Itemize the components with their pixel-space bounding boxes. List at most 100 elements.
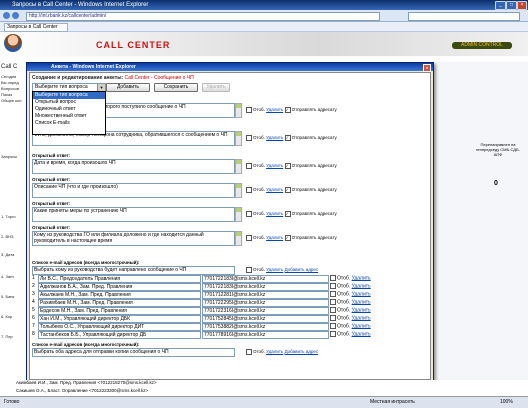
maximize-button[interactable]: □ bbox=[506, 1, 517, 10]
recipient-name-field[interactable]: Акылжаев М.Н., Зам. Пред. Правления bbox=[38, 291, 201, 299]
scrollbar[interactable] bbox=[235, 183, 242, 198]
delete-link[interactable]: Удалить bbox=[352, 275, 371, 281]
show-checkbox[interactable] bbox=[330, 283, 336, 289]
recipient-email-field[interactable]: 7701722183I@sms.kcell.kz bbox=[202, 275, 329, 283]
add-button[interactable]: Добавить bbox=[106, 83, 150, 92]
delete-link[interactable]: Удалить bbox=[352, 291, 371, 297]
recipient-name-field[interactable]: Адилжанов Б.А., Зам. Пред. Правления bbox=[38, 283, 201, 291]
forward-icon[interactable] bbox=[12, 12, 19, 19]
show-checkbox[interactable] bbox=[330, 331, 336, 337]
delete-link[interactable]: Удалить bbox=[266, 211, 283, 216]
show-checkbox[interactable] bbox=[246, 163, 252, 169]
delete-link[interactable]: Удалить bbox=[266, 349, 283, 354]
chevron-down-icon[interactable]: ▼ bbox=[97, 84, 105, 91]
show-checkbox[interactable] bbox=[246, 235, 252, 241]
delete-link[interactable]: Удалить bbox=[266, 267, 283, 272]
answer-type-label: Открытый ответ: bbox=[32, 177, 71, 182]
close-window-button[interactable]: × bbox=[517, 1, 527, 10]
scrollbar[interactable] bbox=[235, 131, 242, 146]
recipient-name-field[interactable]: Тастанбеков Б.Б., Управляющий директор Д… bbox=[38, 331, 201, 339]
question-text-field[interactable]: Описание ЧП (что и где произошло) bbox=[32, 183, 235, 198]
send-checkbox[interactable] bbox=[284, 163, 291, 169]
delete-link[interactable]: Удалить bbox=[352, 299, 371, 305]
delete-link[interactable]: Удалить bbox=[266, 135, 283, 140]
recipient-name-field[interactable]: Хан И.М., Управляющий директор ДБК bbox=[38, 315, 201, 323]
scrollbar[interactable] bbox=[235, 207, 242, 222]
minimize-button[interactable]: _ bbox=[495, 1, 506, 10]
delete-link[interactable]: Удалить bbox=[352, 315, 371, 321]
recipient-email-field[interactable]: 7701752845I@sms.kcell.kz bbox=[202, 315, 329, 323]
recipient-email-field[interactable]: 7701722316I@sms.kcell.kz bbox=[202, 307, 329, 315]
scrollbar[interactable] bbox=[235, 231, 242, 246]
show-checkbox[interactable] bbox=[246, 267, 252, 273]
email-row: 1 Ли В.С., Председатель Правления 77017221… bbox=[32, 275, 371, 283]
send-checkbox[interactable] bbox=[284, 211, 291, 217]
row-options: Отоб. Удалить bbox=[330, 307, 371, 314]
email-prompt-field[interactable]: Выбрать кому из руководства будет направ… bbox=[32, 266, 235, 275]
dropdown-option[interactable]: Множественный ответ bbox=[33, 113, 105, 120]
question-options: Отоб. Удалить Отправлять адресату bbox=[246, 187, 337, 193]
scrollbar[interactable] bbox=[235, 103, 242, 118]
row-number: 3 bbox=[32, 291, 35, 297]
recipient-email-field[interactable]: 7701722183I@sms.kcell.kz bbox=[202, 283, 329, 291]
zoom-level[interactable]: 100% bbox=[500, 397, 513, 408]
delete-link[interactable]: Удалить bbox=[352, 283, 371, 289]
scrollbar[interactable] bbox=[235, 159, 242, 174]
recipient-email-field[interactable]: 7701778916I@sms.kcell.kz bbox=[202, 331, 329, 339]
send-label: Отправлять адресату bbox=[291, 211, 337, 217]
show-checkbox[interactable] bbox=[330, 315, 336, 321]
show-checkbox[interactable] bbox=[330, 307, 336, 313]
background-right-panel: Перенаправлен на генпредседу СМБ-СДБ-АПФ… bbox=[432, 62, 528, 384]
save-button[interactable]: Сохранить bbox=[154, 83, 198, 92]
dropdown-option[interactable]: Одиночный ответ bbox=[33, 106, 105, 113]
delete-link[interactable]: Удалить bbox=[266, 235, 283, 240]
send-checkbox[interactable] bbox=[284, 235, 291, 241]
browser-tab[interactable]: Запросы в Call Center bbox=[4, 23, 68, 32]
search-input[interactable] bbox=[408, 12, 520, 21]
recipient-name-field[interactable]: Толыбеев О.С., Управляющий директор ДИТ bbox=[38, 323, 201, 331]
send-checkbox[interactable] bbox=[284, 135, 291, 141]
delete-link[interactable]: Удалить bbox=[352, 323, 371, 329]
show-checkbox[interactable] bbox=[330, 323, 336, 329]
show-checkbox[interactable] bbox=[246, 187, 252, 193]
recipient-name-field[interactable]: Рахимбаев М.Н., Зам. Пред. Правления bbox=[38, 299, 201, 307]
show-checkbox[interactable] bbox=[330, 291, 336, 297]
dropdown-option[interactable]: Выберите тип вопроса bbox=[33, 92, 105, 99]
recipient-email-field[interactable]: 7701753882I@sms.kcell.kz bbox=[202, 323, 329, 331]
question-text-field[interactable]: Кому из руководства ГО или филиала долож… bbox=[32, 231, 235, 246]
show-checkbox[interactable] bbox=[330, 275, 336, 281]
send-checkbox[interactable] bbox=[284, 107, 291, 113]
show-checkbox[interactable] bbox=[246, 135, 252, 141]
show-checkbox[interactable] bbox=[246, 211, 252, 217]
delete-link[interactable]: Удалить bbox=[266, 163, 283, 168]
recipient-email-field[interactable]: 7701712281I@sms.kcell.kz bbox=[202, 291, 329, 299]
delete-link[interactable]: Удалить bbox=[266, 187, 283, 192]
row-number: 4 bbox=[32, 299, 35, 305]
back-icon[interactable] bbox=[3, 12, 10, 19]
question-text-field[interactable]: Дата и время, когда произошло ЧП bbox=[32, 159, 235, 174]
recipient-name-field[interactable]: Ли В.С., Председатель Правления bbox=[38, 275, 201, 283]
email-prompt-field[interactable]: Выбрать оба адреса для отправки копии со… bbox=[32, 348, 235, 357]
question-options: Отоб. Удалить Отправлять адресату bbox=[246, 211, 337, 217]
dropdown-option[interactable]: Список E-mails bbox=[33, 120, 105, 127]
dialog-close-button[interactable]: × bbox=[423, 64, 431, 72]
show-checkbox[interactable] bbox=[246, 349, 252, 355]
recipient-name-field[interactable]: Ердесов М.Н., Зам. Пред. Правления bbox=[38, 307, 201, 315]
row-number: 8 bbox=[32, 331, 35, 337]
row-number: 1 bbox=[32, 275, 35, 281]
show-checkbox[interactable] bbox=[246, 107, 252, 113]
delete-button[interactable]: Удалить bbox=[202, 83, 230, 92]
add-address-link[interactable]: Добавить адрес bbox=[285, 267, 319, 272]
show-checkbox[interactable] bbox=[330, 299, 336, 305]
question-text-field[interactable]: Какие приняты меры по устранению ЧП bbox=[32, 207, 235, 222]
add-address-link[interactable]: Добавить адрес bbox=[285, 349, 319, 354]
delete-link[interactable]: Удалить bbox=[352, 331, 371, 337]
url-input[interactable]: http://int.rbank.kz/callcenter/admin/ bbox=[26, 12, 380, 21]
delete-link[interactable]: Удалить bbox=[352, 307, 371, 313]
bg-label: 5. Банк bbox=[1, 294, 15, 299]
delete-link[interactable]: Удалить bbox=[266, 107, 283, 112]
show-label: Отоб. bbox=[253, 349, 265, 355]
send-checkbox[interactable] bbox=[284, 187, 291, 193]
dropdown-option[interactable]: Открытый вопрос bbox=[33, 99, 105, 106]
recipient-email-field[interactable]: 7701722295I@sms.kcell.kz bbox=[202, 299, 329, 307]
